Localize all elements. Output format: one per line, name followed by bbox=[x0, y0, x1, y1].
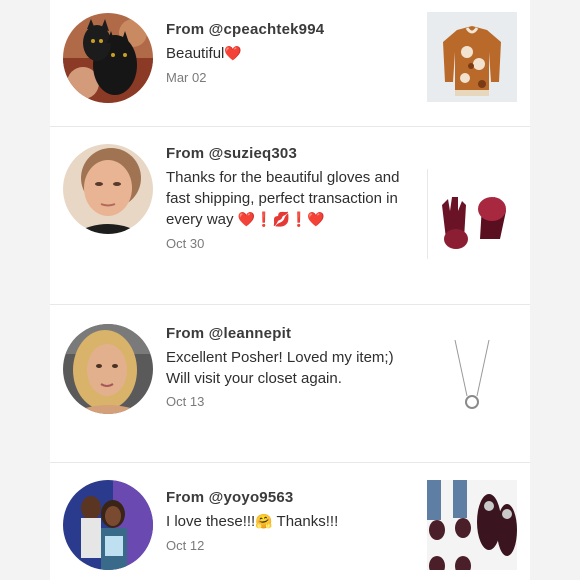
review-message-text: I love these!!! bbox=[166, 513, 256, 530]
necklace-thumbnail[interactable] bbox=[427, 334, 517, 424]
review-author[interactable]: From @cpeachtek994 bbox=[166, 20, 406, 40]
review-message: Beautiful❤️ bbox=[166, 43, 406, 65]
review-date: Oct 30 bbox=[166, 236, 205, 251]
review-message-tail: Thanks!!! bbox=[272, 513, 339, 530]
heart-icon: ❤️ bbox=[224, 46, 242, 62]
review-message: Thanks for the beautiful gloves and fast… bbox=[166, 167, 416, 231]
review-date: Mar 02 bbox=[166, 70, 207, 85]
hugging-face-icon: 🤗 bbox=[255, 514, 273, 530]
review-item: From @suzieq303 Thanks for the beautiful… bbox=[50, 126, 530, 305]
review-date: Oct 12 bbox=[166, 538, 205, 553]
review-author[interactable]: From @yoyo9563 bbox=[166, 488, 406, 508]
review-author[interactable]: From @leannepit bbox=[166, 324, 396, 344]
woman-photo-avatar[interactable] bbox=[63, 144, 153, 234]
review-message: I love these!!!🤗 Thanks!!! bbox=[166, 511, 406, 533]
review-item: From @leannepit Excellent Posher! Loved … bbox=[50, 304, 530, 463]
review-message-text: Beautiful bbox=[166, 45, 225, 62]
review-item: From @cpeachtek994 Beautiful❤️ Mar 02 bbox=[50, 0, 530, 127]
gloves-thumbnail[interactable] bbox=[427, 169, 518, 259]
cat-photo-avatar[interactable] bbox=[63, 13, 153, 103]
couple-photo-avatar[interactable] bbox=[63, 480, 153, 570]
blonde-woman-avatar[interactable] bbox=[63, 324, 153, 414]
review-date: Oct 13 bbox=[166, 394, 205, 409]
review-message: Excellent Posher! Loved my item;) Will v… bbox=[166, 349, 394, 387]
review-author[interactable]: From @suzieq303 bbox=[166, 144, 416, 164]
review-item: From @yoyo9563 I love these!!!🤗 Thanks!!… bbox=[50, 462, 530, 580]
reviews-card: From @cpeachtek994 Beautiful❤️ Mar 02 Fr… bbox=[50, 0, 530, 580]
flats-thumbnail[interactable] bbox=[427, 480, 517, 570]
heart-icon: ❤️❗💋❗❤️ bbox=[237, 212, 325, 228]
sweater-thumbnail[interactable] bbox=[427, 12, 517, 102]
